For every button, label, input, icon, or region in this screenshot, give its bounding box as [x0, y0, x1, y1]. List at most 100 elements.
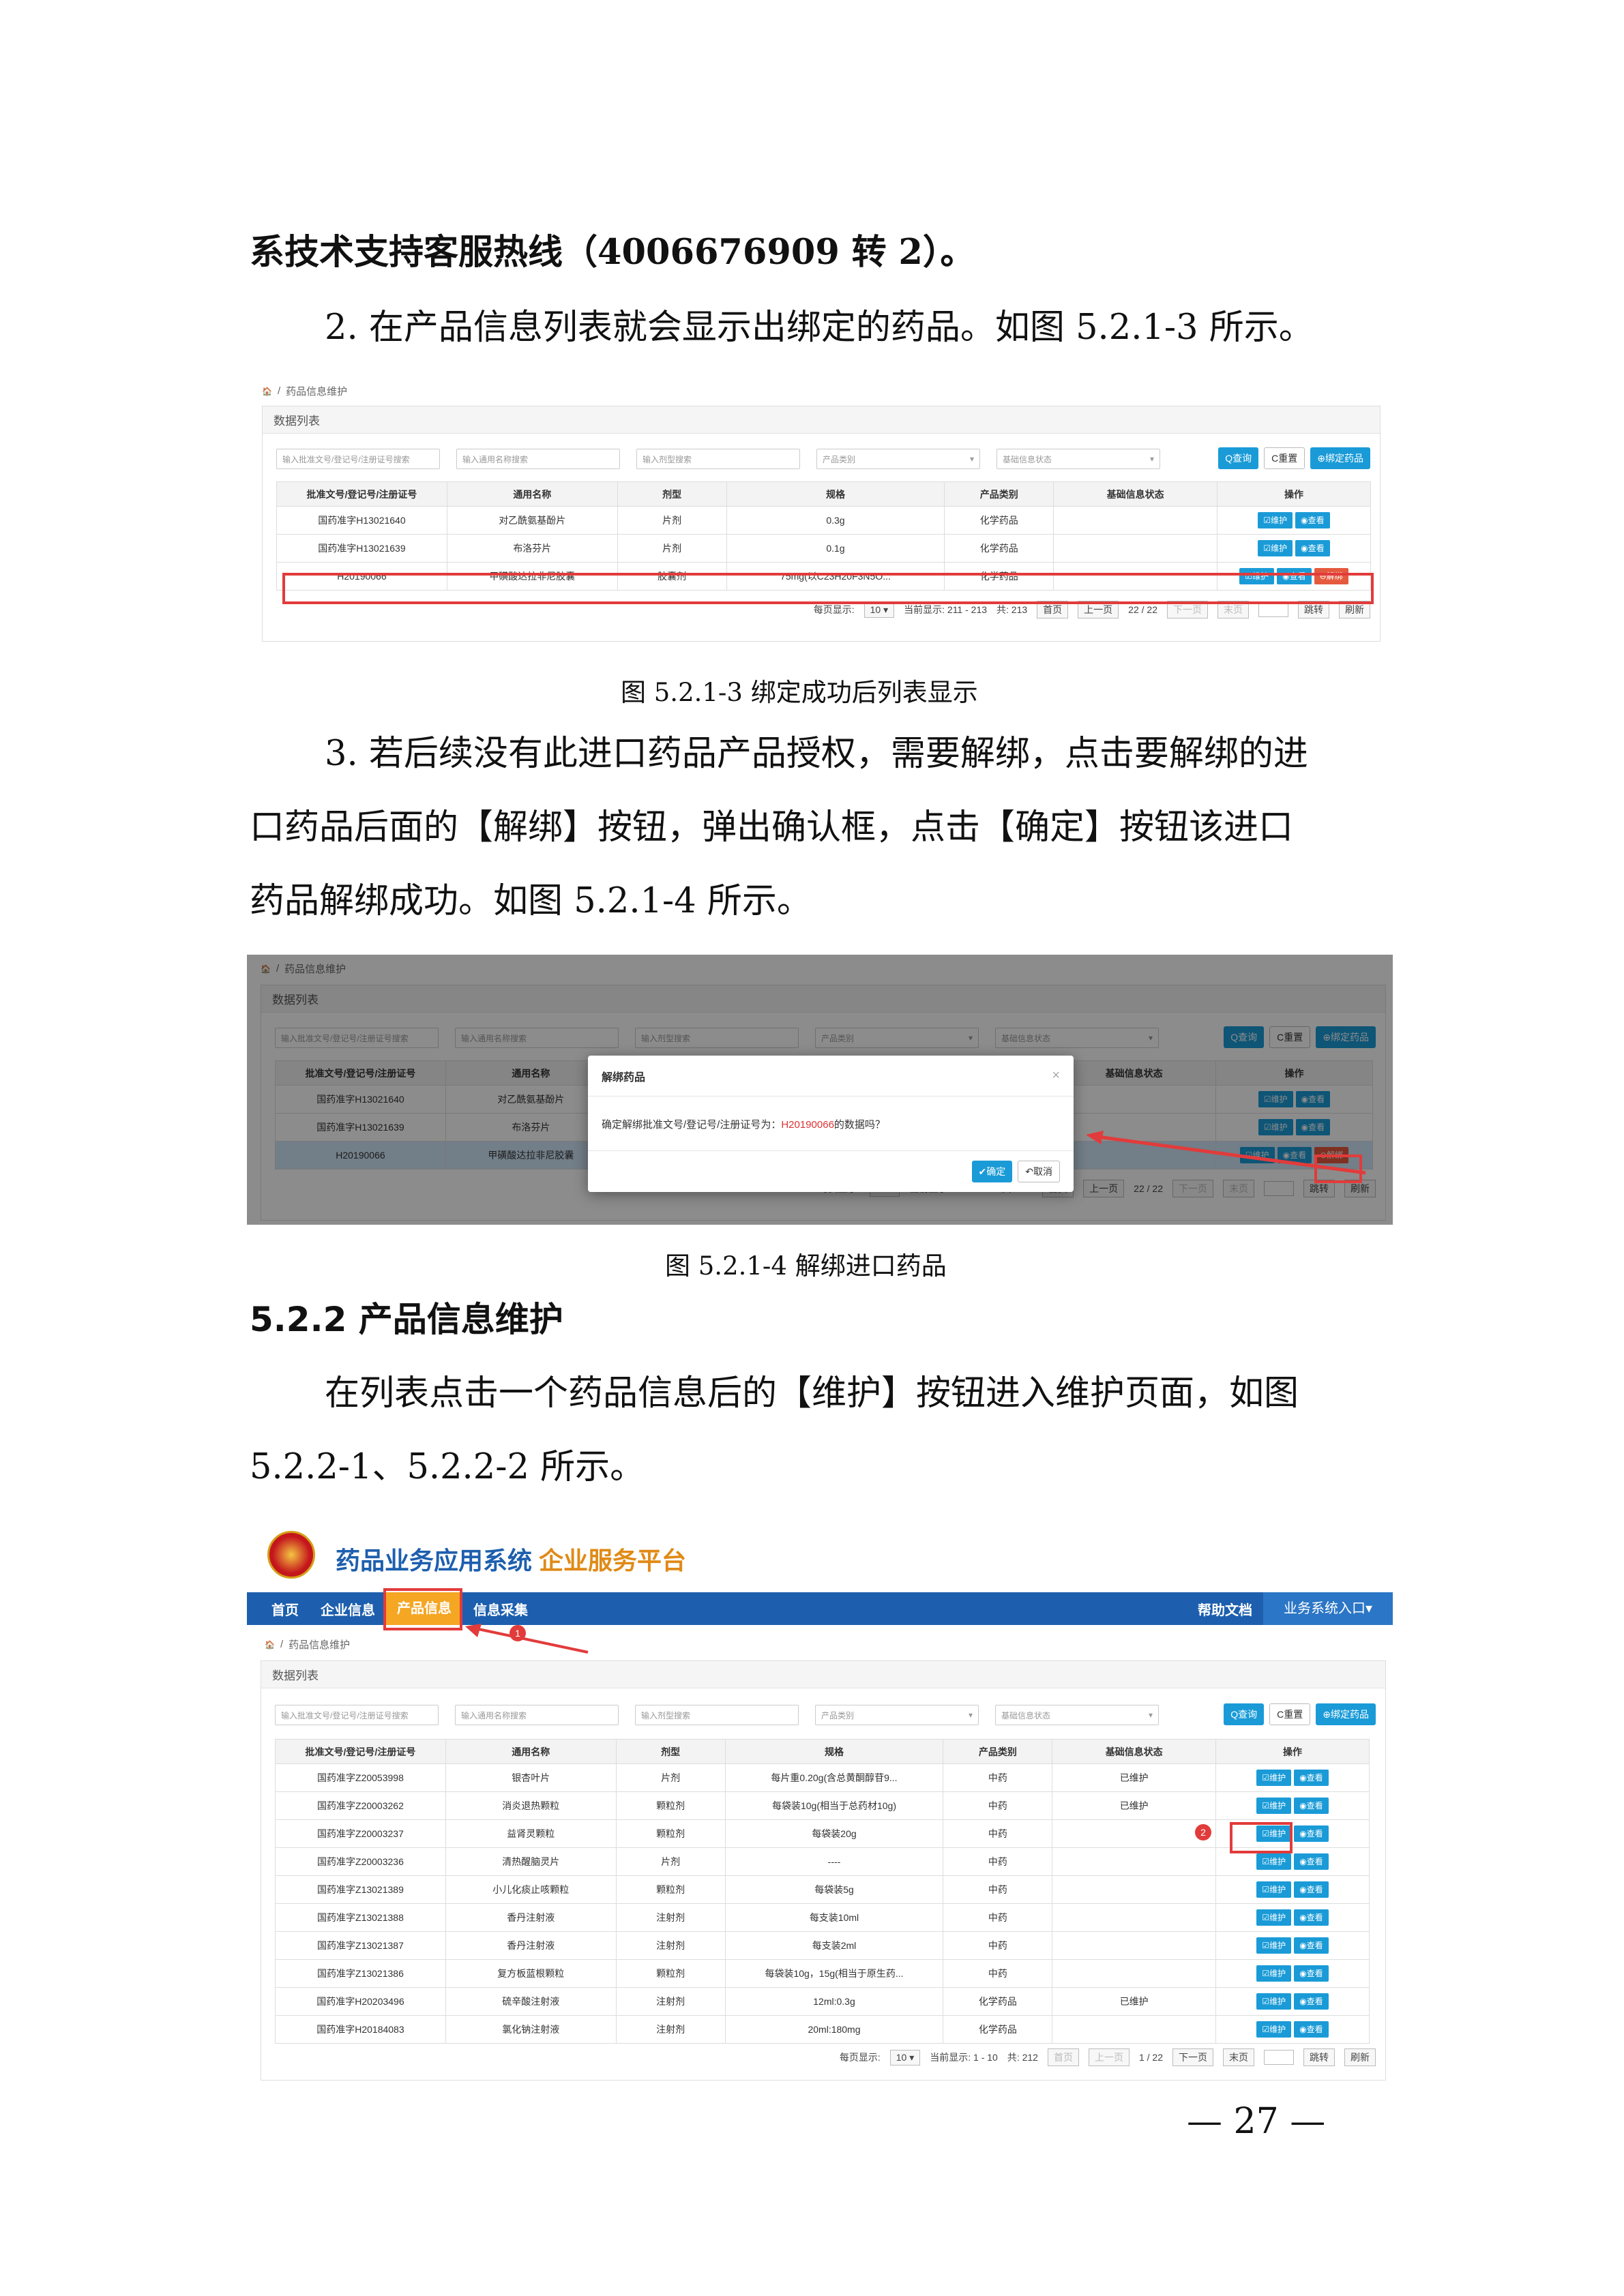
table-cell: 颗粒剂: [615, 1959, 726, 1988]
bind-drug-button[interactable]: ⊕绑定药品: [1316, 1703, 1376, 1725]
breadcrumb-label: 药品信息维护: [289, 1639, 351, 1651]
next-page-button[interactable]: 下一页: [1167, 601, 1208, 618]
view-button[interactable]: ◉查看: [1294, 1798, 1329, 1814]
next-page-button[interactable]: 下一页: [1172, 2048, 1213, 2066]
view-button[interactable]: ◉查看: [1294, 1881, 1329, 1898]
prev-page-button[interactable]: 上一页: [1088, 2048, 1130, 2066]
view-button[interactable]: ◉查看: [1294, 1965, 1329, 1982]
first-page-button[interactable]: 首页: [1037, 601, 1069, 618]
table-cell: 国药准字H20203496: [275, 1987, 446, 2016]
maintain-button[interactable]: ☑维护: [1256, 1993, 1292, 2010]
name-search-input[interactable]: 输入通用名称搜索: [455, 1705, 619, 1725]
view-button[interactable]: ◉查看: [1277, 568, 1312, 584]
table-cell: 国药准字Z13021386: [275, 1959, 446, 1988]
table-cell: 每袋装10g，15g(相当于原生药...: [724, 1959, 944, 1988]
name-search-input[interactable]: 输入通用名称搜索: [456, 449, 620, 469]
per-page-select[interactable]: 10 ▾: [863, 601, 895, 618]
maintain-button[interactable]: ☑维护: [1256, 2021, 1292, 2038]
nav-collect[interactable]: 信息采集: [462, 1599, 539, 1619]
last-page-button[interactable]: 末页: [1223, 2048, 1254, 2066]
table-cell: 国药准字Z20003236: [275, 1847, 446, 1876]
maintain-button[interactable]: ☑维护: [1256, 1825, 1292, 1842]
nav-system-entry[interactable]: 业务系统入口▾: [1263, 1592, 1393, 1625]
status-select[interactable]: 基础信息状态 ▾: [995, 1705, 1159, 1725]
approval-search-input[interactable]: 输入批准文号/登记号/注册证号搜索: [276, 449, 440, 469]
maintain-button[interactable]: ☑维护: [1256, 1909, 1292, 1926]
view-button[interactable]: ◉查看: [1294, 1825, 1329, 1842]
unbind-dialog: 解绑药品 × 确定解绑批准文号/登记号/注册证号为：H20190066的数据吗？…: [588, 1056, 1074, 1192]
first-page-button[interactable]: 首页: [1047, 2048, 1079, 2066]
maintain-button[interactable]: ☑维护: [1258, 540, 1293, 556]
breadcrumb: 🏠 / 药品信息维护: [265, 1637, 350, 1652]
unbind-button[interactable]: ⊖解绑: [1314, 568, 1348, 584]
col-header: 剂型: [617, 481, 727, 507]
table-cell: 中药: [943, 1959, 1053, 1988]
table-cell: 化学药品: [943, 2015, 1053, 2044]
confirm-button[interactable]: ✔确定: [971, 1161, 1013, 1182]
table-cell: 香丹注射液: [445, 1903, 617, 1932]
table-cell: 注射剂: [615, 2015, 726, 2044]
maintain-button[interactable]: ☑维护: [1256, 1853, 1292, 1870]
drug-table: 批准文号/登记号/注册证号 通用名称 剂型 规格 产品类别 基础信息状态 操作 国药准字Z2…: [275, 1739, 1370, 2044]
breadcrumb-label: 药品信息维护: [286, 386, 348, 398]
nav-company[interactable]: 企业信息: [310, 1599, 386, 1619]
bind-drug-button[interactable]: ⊕绑定药品: [1310, 447, 1370, 469]
view-button[interactable]: ◉查看: [1294, 1937, 1329, 1954]
maintain-button[interactable]: ☑维护: [1256, 1770, 1292, 1786]
category-select[interactable]: 产品类别 ▾: [816, 449, 980, 469]
approval-search-input[interactable]: 输入批准文号/登记号/注册证号搜索: [275, 1705, 439, 1725]
cancel-button[interactable]: ↶取消: [1018, 1161, 1060, 1182]
home-icon[interactable]: 🏠: [262, 387, 272, 396]
form-search-input[interactable]: 输入剂型搜索: [636, 449, 800, 469]
maintain-button[interactable]: ☑维护: [1239, 568, 1275, 584]
view-button[interactable]: ◉查看: [1294, 1770, 1329, 1786]
refresh-button[interactable]: 刷新: [1339, 601, 1370, 618]
reset-button[interactable]: C重置: [1269, 1703, 1311, 1725]
table-cell: 注射剂: [615, 1931, 726, 1960]
drug-table: 批准文号/登记号/注册证号 通用名称 剂型 规格 产品类别 基础信息状态 操作 …: [276, 481, 1371, 591]
jump-page-input[interactable]: [1264, 2050, 1294, 2065]
step-marker-2: 2: [1195, 1824, 1211, 1840]
table-cell: 已维护: [1052, 1763, 1217, 1792]
prev-page-button[interactable]: 上一页: [1078, 601, 1119, 618]
nav-home[interactable]: 首页: [261, 1599, 310, 1619]
maintain-button[interactable]: ☑维护: [1256, 1965, 1292, 1982]
maintain-button[interactable]: ☑维护: [1256, 1881, 1292, 1898]
form-search-input[interactable]: 输入剂型搜索: [635, 1705, 799, 1725]
table-cell: 每支装10ml: [724, 1903, 944, 1932]
last-page-button[interactable]: 末页: [1217, 601, 1249, 618]
query-button[interactable]: Q查询: [1218, 447, 1259, 469]
maintain-button[interactable]: ☑维护: [1256, 1937, 1292, 1954]
maintain-button[interactable]: ☑维护: [1256, 1798, 1292, 1814]
query-button[interactable]: Q查询: [1224, 1703, 1265, 1725]
table-cell-actions: ☑维护 ◉查看: [1215, 1903, 1370, 1932]
maintain-button[interactable]: ☑维护: [1258, 512, 1293, 528]
status-select[interactable]: 基础信息状态 ▾: [996, 449, 1160, 469]
paragraph-step3-line3: 药品解绑成功。如图 5.2.1-4 所示。: [250, 881, 812, 921]
screenshot-maintain-list: 药品业务应用系统 企业服务平台 首页 企业信息 产品信息 信息采集 帮助文档 业…: [247, 1517, 1393, 2083]
view-button[interactable]: ◉查看: [1295, 540, 1330, 556]
nav-help[interactable]: 帮助文档: [1187, 1599, 1263, 1619]
per-page-select[interactable]: 10 ▾: [889, 2049, 921, 2066]
table-cell: 已维护: [1052, 1791, 1217, 1820]
table-cell: 片剂: [615, 1847, 726, 1876]
view-button[interactable]: ◉查看: [1294, 1853, 1329, 1870]
home-icon[interactable]: 🏠: [265, 1640, 275, 1650]
jump-button[interactable]: 跳转: [1298, 601, 1329, 618]
view-button[interactable]: ◉查看: [1294, 1993, 1329, 2010]
table-cell: [1052, 1819, 1217, 1848]
table-cell: 国药准字Z20003262: [275, 1791, 446, 1820]
view-button[interactable]: ◉查看: [1294, 2021, 1329, 2038]
table-cell: [1052, 2015, 1217, 2044]
close-icon[interactable]: ×: [1052, 1068, 1060, 1084]
jump-page-input[interactable]: [1258, 602, 1288, 617]
table-cell: 银杏叶片: [445, 1763, 617, 1792]
reset-button[interactable]: C重置: [1264, 447, 1305, 469]
jump-button[interactable]: 跳转: [1303, 2048, 1335, 2066]
refresh-button[interactable]: 刷新: [1344, 2048, 1376, 2066]
category-select[interactable]: 产品类别 ▾: [815, 1705, 979, 1725]
view-button[interactable]: ◉查看: [1294, 1909, 1329, 1926]
table-cell: 20ml:180mg: [724, 2015, 944, 2044]
view-button[interactable]: ◉查看: [1295, 512, 1330, 528]
chevron-down-icon: ▾: [1148, 1710, 1153, 1720]
